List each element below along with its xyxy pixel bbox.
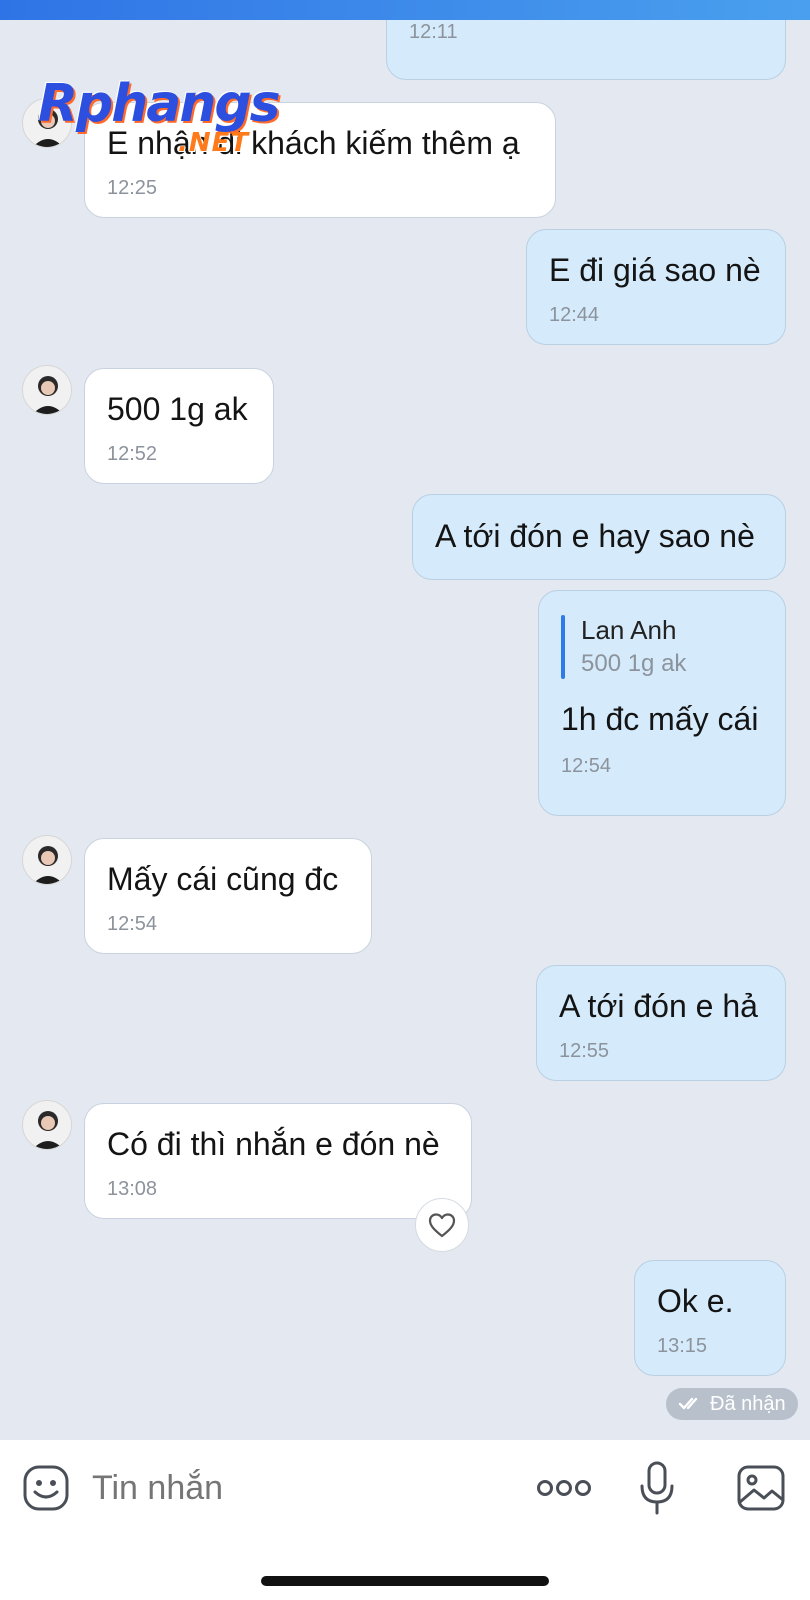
message-time: 12:55 <box>559 1040 610 1062</box>
message-bubble-outgoing[interactable]: A tới đón e hả 12:55 <box>536 965 786 1081</box>
react-button[interactable] <box>415 1198 469 1252</box>
message-bubble-incoming[interactable]: Có đi thì nhắn e đón nè 13:08 <box>84 1103 472 1219</box>
microphone-icon[interactable] <box>638 1460 676 1516</box>
message-text: E đi giá sao nè <box>549 252 761 288</box>
composer-bar <box>0 1440 810 1600</box>
message-bubble-outgoing[interactable]: Ok e. 13:15 <box>634 1260 786 1376</box>
avatar[interactable] <box>22 835 72 885</box>
more-icon[interactable] <box>536 1476 592 1500</box>
message-text: A tới đón e hay sao nè <box>435 518 755 554</box>
delivery-status-text: Đã nhận <box>710 1393 786 1415</box>
quoted-message[interactable]: Lan Anh 500 1g ak <box>561 613 763 681</box>
gallery-icon[interactable] <box>736 1464 786 1512</box>
quoted-text: 500 1g ak <box>581 650 687 677</box>
emoji-icon[interactable] <box>22 1464 70 1512</box>
message-input[interactable] <box>92 1466 492 1510</box>
message-time: 12:44 <box>549 304 600 326</box>
top-accent-bar <box>0 0 810 20</box>
message-time: 12:54 <box>107 913 158 935</box>
message-text: 1h đc mấy cái <box>561 701 759 737</box>
message-text: Mấy cái cũng đc <box>107 861 339 897</box>
double-check-icon <box>678 1397 698 1410</box>
message-text: 500 1g ak <box>107 391 248 427</box>
message-bubble-outgoing-reply[interactable]: Lan Anh 500 1g ak 1h đc mấy cái 12:54 <box>538 590 786 816</box>
home-indicator[interactable] <box>261 1576 549 1586</box>
message-bubble-outgoing[interactable]: 12:11 <box>386 20 786 80</box>
message-text: Ok e. <box>657 1283 734 1319</box>
message-bubble-outgoing[interactable]: E đi giá sao nè 12:44 <box>526 229 786 345</box>
message-bubble-incoming[interactable]: 500 1g ak 12:52 <box>84 368 274 484</box>
quoted-author: Lan Anh <box>581 615 677 645</box>
watermark-logo: Rphangs .NET <box>38 74 281 158</box>
message-time: 12:52 <box>107 443 158 465</box>
avatar[interactable] <box>22 365 72 415</box>
avatar[interactable] <box>22 1100 72 1150</box>
message-bubble-outgoing[interactable]: A tới đón e hay sao nè <box>412 494 786 580</box>
message-text: A tới đón e hả <box>559 988 758 1024</box>
message-time: 12:11 <box>409 21 458 43</box>
message-text: Có đi thì nhắn e đón nè <box>107 1126 440 1162</box>
message-time: 12:54 <box>561 755 612 777</box>
heart-icon <box>428 1213 456 1238</box>
message-bubble-incoming[interactable]: Mấy cái cũng đc 12:54 <box>84 838 372 954</box>
chat-thread[interactable]: 12:11 E nhận đi khách kiếm thêm ạ 12:25 … <box>0 20 810 1440</box>
delivery-status-badge: Đã nhận <box>666 1388 798 1420</box>
message-time: 13:08 <box>107 1178 158 1200</box>
message-time: 12:25 <box>107 177 158 199</box>
message-time: 13:15 <box>657 1335 708 1357</box>
